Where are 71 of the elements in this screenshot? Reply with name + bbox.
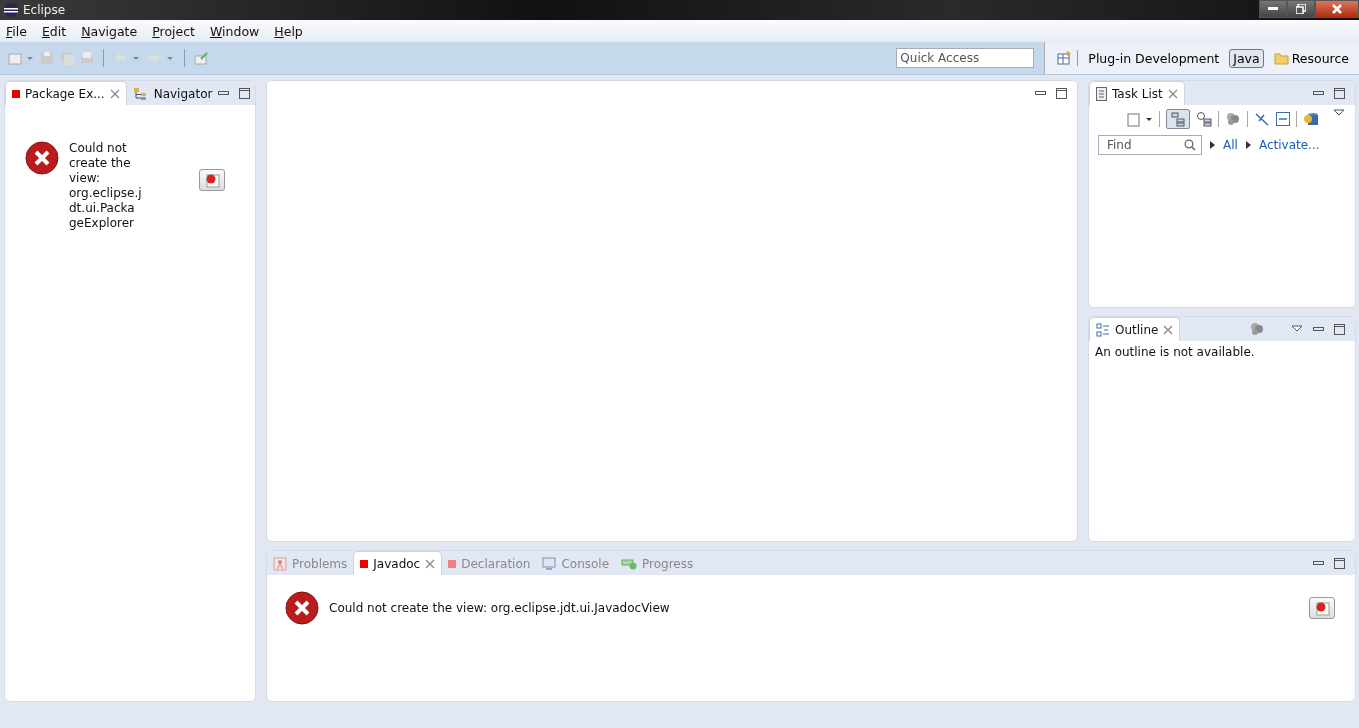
collapse-icon[interactable]	[1276, 112, 1290, 126]
task-link[interactable]: Activate...	[1258, 138, 1320, 152]
close-icon[interactable]	[1167, 88, 1178, 99]
outline-icon	[1096, 322, 1110, 337]
minimize-icon	[1268, 7, 1278, 11]
details-button[interactable]	[199, 169, 225, 191]
triangle-icon	[1245, 141, 1251, 149]
tree-icon	[132, 86, 149, 101]
folder-icon	[1273, 51, 1289, 65]
square-icon	[448, 559, 457, 568]
view-tab[interactable]: Task List	[1089, 81, 1185, 105]
close-icon[interactable]	[109, 88, 120, 99]
menu-item[interactable]: Navigate	[81, 23, 138, 39]
maximize-icon[interactable]	[1334, 87, 1345, 99]
error-details-icon	[1314, 600, 1330, 616]
view-menu-icon[interactable]	[1291, 325, 1303, 333]
filter-icon[interactable]	[1225, 111, 1241, 127]
outline-message: An outline is not available.	[1094, 344, 1256, 361]
search-icon	[1184, 139, 1196, 151]
monitor-icon	[542, 557, 557, 570]
triangle-icon	[1210, 141, 1215, 149]
clear-icon[interactable]	[1254, 111, 1270, 127]
view-tab[interactable]: Javadoc	[353, 551, 443, 575]
square-icon	[360, 559, 369, 568]
close-button[interactable]	[1315, 0, 1359, 18]
scheduled-icon[interactable]	[1196, 111, 1212, 127]
close-icon[interactable]	[1163, 324, 1174, 335]
menu-item[interactable]: File	[6, 23, 27, 39]
error-message: Could not create the view: org.eclipse.jdt.ui.JavadocView	[329, 601, 671, 615]
minimize-icon[interactable]	[1313, 560, 1324, 566]
minimize-icon[interactable]	[1313, 90, 1324, 96]
window-title: Eclipse	[23, 3, 66, 17]
new-task-icon[interactable]	[1127, 111, 1153, 127]
menu-item[interactable]: Help	[274, 23, 303, 39]
categorized-icon[interactable]	[1166, 109, 1190, 129]
close-icon[interactable]	[425, 558, 436, 569]
error-details-icon	[204, 172, 220, 188]
task-link[interactable]: All	[1223, 138, 1238, 152]
menu-item[interactable]: Edit	[41, 23, 67, 39]
view-menu-icon[interactable]	[1333, 109, 1345, 117]
error-icon	[25, 141, 59, 175]
details-button[interactable]	[1309, 597, 1335, 619]
error-message: Could not create the view: org.eclipse.j dt.ui.Packa geExplorer	[69, 141, 143, 231]
minimize-icon[interactable]	[218, 90, 230, 96]
progress-icon	[621, 557, 638, 570]
maximize-icon[interactable]	[1056, 87, 1067, 99]
menu-item[interactable]: Project	[152, 23, 195, 39]
perspective-button[interactable]: Plug-in Development	[1084, 48, 1224, 68]
restore-icon	[1296, 4, 1306, 14]
find-field[interactable]: Find	[1098, 135, 1202, 155]
quick-access-field[interactable]: Quick Access	[896, 48, 1035, 68]
person-icon	[273, 556, 287, 571]
maximize-icon[interactable]	[239, 87, 251, 99]
eclipse-logo-icon	[3, 2, 19, 18]
maximize-icon[interactable]	[1334, 557, 1345, 569]
menu-item[interactable]: Window	[210, 23, 260, 39]
square-icon	[12, 89, 20, 98]
minimize-icon[interactable]	[1035, 90, 1046, 96]
restore-button[interactable]	[1287, 0, 1315, 18]
view-tab[interactable]: Package Ex...	[5, 81, 127, 105]
filter-icon[interactable]	[1249, 321, 1265, 337]
error-icon	[285, 591, 319, 625]
document-icon	[1096, 86, 1107, 101]
view-tab[interactable]: Outline	[1089, 317, 1181, 341]
close-icon	[1331, 4, 1343, 14]
minimize-icon[interactable]	[1313, 326, 1324, 332]
open-perspective-icon[interactable]	[1057, 51, 1072, 65]
minimize-button[interactable]	[1259, 0, 1287, 18]
maximize-icon[interactable]	[1334, 323, 1345, 335]
perspective-button[interactable]: Resource	[1269, 48, 1353, 68]
perspective-button[interactable]: Java	[1229, 48, 1264, 68]
